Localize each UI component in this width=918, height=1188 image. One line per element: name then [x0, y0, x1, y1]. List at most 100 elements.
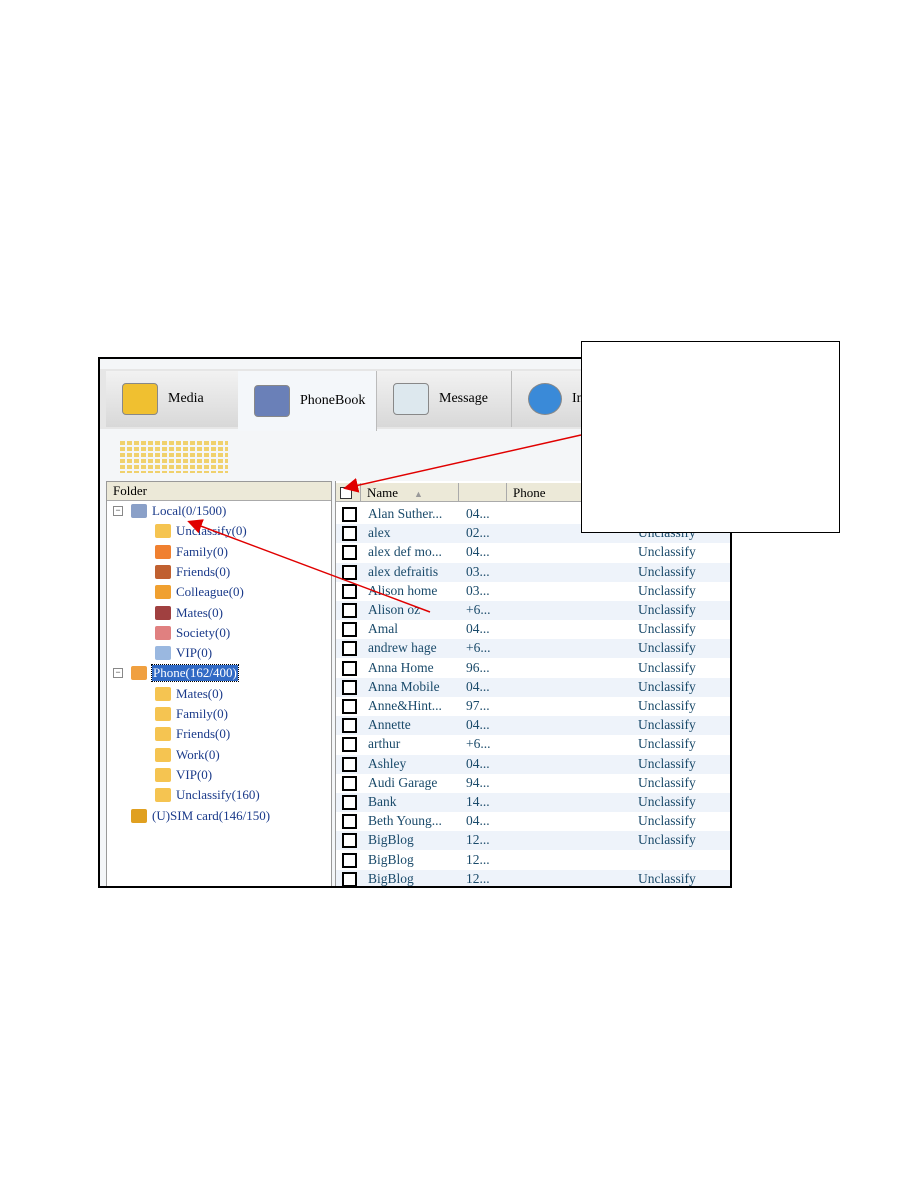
row-checkbox[interactable]	[342, 699, 357, 714]
row-checkbox[interactable]	[342, 641, 357, 657]
tree-node[interactable]: Society(0)	[155, 624, 230, 642]
tree-node[interactable]: Unclassify(160)	[155, 786, 260, 804]
folder-icon	[155, 707, 171, 721]
contact-number: 04...	[466, 506, 490, 521]
row-checkbox[interactable]	[342, 795, 357, 810]
tree-node[interactable]: (U)SIM card(146/150)	[131, 807, 270, 825]
house-icon	[155, 544, 171, 559]
table-row[interactable]: Anna Mobile 04... Unclassify	[336, 677, 730, 697]
contact-name: Alison home	[368, 582, 438, 598]
table-row[interactable]: Bank 14... Unclassify	[336, 793, 730, 812]
contact-number: 04...	[466, 755, 490, 771]
row-checkbox[interactable]	[342, 622, 357, 638]
table-row[interactable]: Beth Young... 04... Unclassify	[336, 812, 730, 831]
tree-node-label: Mates(0)	[176, 604, 223, 620]
internet-globe-icon	[528, 383, 562, 415]
tree-node[interactable]: VIP(0)	[155, 644, 212, 662]
tree-node[interactable]: VIP(0)	[155, 766, 212, 784]
contact-name: Amal	[368, 621, 398, 637]
contact-number: 03...	[466, 563, 490, 579]
table-row[interactable]: Alison home 03... Unclassify	[336, 582, 730, 601]
table-row[interactable]: BigBlog 12...	[336, 851, 730, 870]
row-checkbox[interactable]	[342, 603, 357, 618]
row-checkbox[interactable]	[342, 583, 357, 599]
row-checkbox[interactable]	[342, 814, 357, 830]
table-row[interactable]: BigBlog 12... Unclassify	[336, 831, 730, 851]
table-row[interactable]: Audi Garage 94... Unclassify	[336, 774, 730, 793]
collapse-icon[interactable]: −	[113, 668, 123, 679]
contact-name: BigBlog	[368, 870, 414, 886]
friends-icon	[155, 564, 171, 579]
contact-group: Unclassify	[638, 544, 696, 560]
row-checkbox[interactable]	[342, 833, 357, 849]
table-row[interactable]: Anna Home 96... Unclassify	[336, 659, 730, 678]
contact-name: Annette	[368, 717, 411, 733]
tree-node[interactable]: Family(0)	[155, 543, 228, 561]
collapse-icon[interactable]: −	[113, 506, 123, 516]
folder-header: Folder	[107, 482, 331, 501]
row-checkbox[interactable]	[342, 718, 357, 734]
tab-label: Message	[439, 391, 488, 406]
tree-node-label: (U)SIM card(146/150)	[152, 807, 271, 823]
contact-name: Anna Home	[368, 659, 434, 675]
select-all-checkbox[interactable]	[340, 487, 352, 499]
column-header-number[interactable]	[459, 483, 507, 502]
table-row[interactable]: alex def mo... 04... Unclassify	[336, 543, 730, 562]
contact-number: 14...	[466, 794, 490, 809]
tab-message[interactable]: Message	[377, 371, 512, 427]
table-row[interactable]: Alison oz +6... Unclassify	[336, 601, 730, 620]
row-checkbox[interactable]	[342, 775, 357, 791]
row-checkbox[interactable]	[342, 756, 357, 772]
row-checkbox[interactable]	[342, 545, 357, 561]
contact-number: +6...	[466, 602, 491, 617]
folder-icon	[155, 686, 171, 701]
table-row[interactable]: BigBlog 12... Unclassify	[336, 869, 730, 886]
row-checkbox[interactable]	[342, 679, 357, 695]
contact-number: 04...	[466, 621, 490, 637]
tree-node-label: Friends(0)	[176, 563, 231, 579]
column-header-name[interactable]: Name ▲	[361, 483, 459, 502]
row-checkbox[interactable]	[342, 871, 357, 886]
tree-node[interactable]: Family(0)	[155, 705, 228, 723]
contact-name: BigBlog	[368, 851, 414, 867]
phone-icon	[131, 666, 147, 681]
row-checkbox[interactable]	[342, 507, 357, 522]
tree-node[interactable]: Mates(0)	[155, 604, 223, 622]
tree-node[interactable]: Mates(0)	[155, 685, 223, 703]
folder-icon	[155, 747, 171, 762]
contact-number: 04...	[466, 813, 490, 829]
row-checkbox[interactable]	[342, 660, 357, 676]
tree-node[interactable]: Local(0/1500)	[131, 502, 226, 520]
table-row[interactable]: Annette 04... Unclassify	[336, 716, 730, 736]
tab-media[interactable]: Media	[106, 371, 239, 427]
tree-node[interactable]: Colleague(0)	[155, 583, 244, 601]
tree-node[interactable]: Phone(162/400)	[131, 664, 239, 683]
tree-node[interactable]: Work(0)	[155, 746, 220, 764]
row-checkbox[interactable]	[342, 737, 357, 753]
sort-ascending-icon: ▲	[414, 489, 423, 499]
row-checkbox[interactable]	[342, 526, 357, 542]
folder-tree[interactable]: Folder Local(0/1500) − Unclassify(0) Family…	[106, 481, 332, 886]
tree-node[interactable]: Friends(0)	[155, 725, 230, 743]
select-all-header[interactable]	[336, 483, 361, 502]
row-checkbox[interactable]	[342, 564, 357, 580]
tree-node[interactable]: Friends(0)	[155, 563, 230, 581]
row-checkbox[interactable]	[342, 852, 357, 868]
table-row[interactable]: Amal 04... Unclassify	[336, 620, 730, 639]
tree-node[interactable]: Unclassify(0)	[155, 522, 247, 540]
table-row[interactable]: alex defraitis 03... Unclassify	[336, 562, 730, 582]
table-row[interactable]: Anne&Hint... 97... Unclassify	[336, 697, 730, 716]
table-row[interactable]: andrew hage +6... Unclassify	[336, 639, 730, 659]
contacts-table[interactable]: Name ▲ Phone Alan Suther... 04... alex 02…	[335, 481, 730, 886]
contact-group: Unclassify	[638, 755, 696, 771]
table-row[interactable]: arthur +6... Unclassify	[336, 735, 730, 754]
contact-name: alex def mo...	[368, 544, 442, 560]
tree-node-label: Unclassify(160)	[176, 787, 260, 803]
contact-name: Ashley	[368, 755, 407, 771]
tab-phonebook[interactable]: PhoneBook	[238, 371, 377, 431]
contact-group: Unclassify	[638, 659, 696, 675]
tree-node-label: Local(0/1500)	[152, 503, 227, 518]
tree-node-label: VIP(0)	[176, 766, 213, 782]
tree-node-label: Colleague(0)	[176, 584, 244, 600]
table-row[interactable]: Ashley 04... Unclassify	[336, 754, 730, 774]
